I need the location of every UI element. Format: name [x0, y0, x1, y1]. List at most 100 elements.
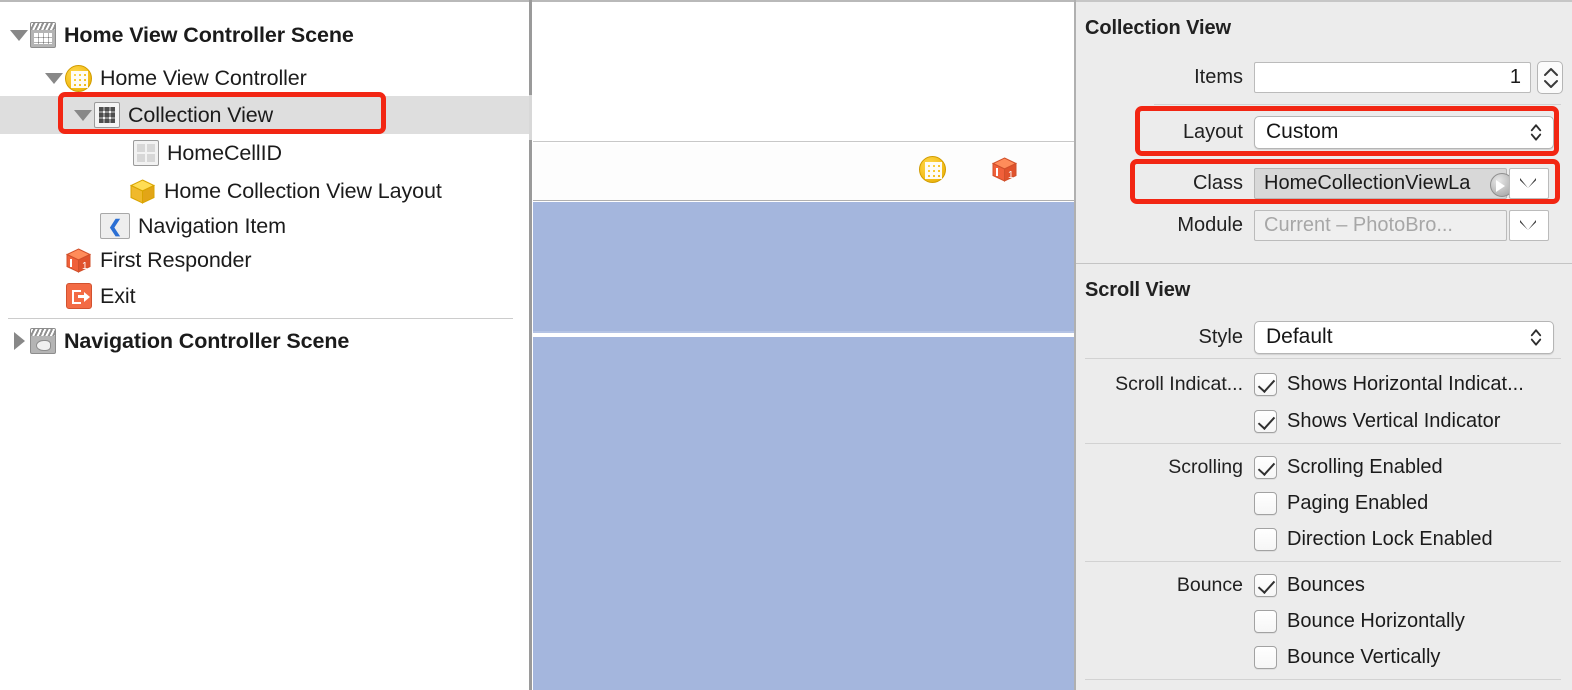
outline-vertical-scrollbar[interactable] [529, 95, 532, 140]
outline-row-exit[interactable]: Exit [0, 277, 529, 315]
outline-top-rule [0, 0, 529, 2]
items-label: Items [1194, 65, 1243, 88]
xcode-interface-builder-window: Home View Controller Scene Home View Con… [0, 0, 1572, 690]
disclosure-triangle-closed-icon[interactable] [8, 322, 30, 360]
view-controller-icon [65, 64, 92, 92]
scrolling-enabled-label: Scrolling Enabled [1287, 455, 1443, 478]
outline-row-label: Collection View [128, 102, 274, 127]
inspector-divider-bounce [1085, 679, 1561, 680]
disclosure-triangle-open-icon[interactable] [8, 16, 30, 54]
svg-text:1: 1 [82, 261, 88, 272]
shows-horizontal-indicator-checkbox[interactable] [1254, 372, 1277, 396]
style-row: Style Default [1074, 317, 1572, 357]
canvas-navigation-bar[interactable]: 1 [533, 144, 1074, 201]
paging-enabled-label: Paging Enabled [1287, 491, 1429, 514]
items-input[interactable]: 1 [1254, 61, 1531, 93]
outline-row-label: Home View Controller Scene [64, 22, 354, 47]
scrolling-row: Scrolling Scrolling Enabled [1074, 449, 1572, 485]
object-cube-icon [129, 178, 156, 205]
collection-view-cell-icon [133, 140, 159, 166]
layout-label: Layout [1182, 120, 1243, 143]
outline-row-label: Exit [100, 283, 136, 308]
inspector-top-rule [1076, 0, 1572, 2]
shows-vertical-indicator-row: Shows Vertical Indicator [1074, 403, 1572, 439]
layout-select[interactable]: Custom [1254, 115, 1554, 149]
canvas-collection-view-section-2[interactable] [533, 337, 1074, 690]
bounce-row: Bounce Bounces [1074, 567, 1572, 603]
canvas-status-bar-area [533, 2, 1074, 142]
bounce-label: Bounce [1176, 573, 1243, 596]
scrolling-label: Scrolling [1168, 455, 1243, 478]
class-label: Class [1192, 171, 1243, 194]
class-value: HomeCollectionViewLa [1264, 171, 1471, 194]
bounce-vertically-row: Bounce Vertically [1074, 639, 1572, 675]
direction-lock-enabled-row: Direction Lock Enabled [1074, 521, 1572, 557]
canvas-view-controller-badge-icon[interactable] [919, 156, 946, 183]
navigation-item-icon: ❮ [100, 213, 130, 239]
outline-section-divider [8, 318, 513, 319]
outline-row-home-collection-view-layout[interactable]: Home Collection View Layout [0, 172, 529, 210]
bounce-vertically-label: Bounce Vertically [1287, 645, 1441, 668]
outline-row-navigation-item[interactable]: ❮ Navigation Item [0, 207, 529, 245]
bounces-checkbox[interactable] [1254, 573, 1277, 597]
paging-enabled-checkbox[interactable] [1254, 491, 1277, 515]
outline-row-label: First Responder [100, 247, 252, 272]
shows-vertical-indicator-label: Shows Vertical Indicator [1287, 409, 1501, 432]
section-title-collection-view: Collection View [1085, 17, 1231, 39]
scroll-indicators-row: Scroll Indicat... Shows Horizontal Indic… [1074, 366, 1572, 402]
class-input[interactable]: HomeCollectionViewLa [1254, 167, 1514, 199]
module-row: Module Current – PhotoBro... [1074, 205, 1572, 245]
bounce-horizontally-label: Bounce Horizontally [1287, 609, 1465, 632]
section-title-scroll-view: Scroll View [1085, 279, 1191, 301]
bounce-vertically-checkbox[interactable] [1254, 645, 1277, 669]
svg-text:1: 1 [1008, 170, 1014, 181]
outline-row-navigation-controller-scene[interactable]: Navigation Controller Scene [0, 322, 529, 360]
bounces-label: Bounces [1287, 573, 1365, 596]
canvas-collection-view-section-1[interactable] [533, 202, 1074, 333]
attributes-inspector-panel: Collection View Items 1 Layout Custom Cl… [1074, 0, 1572, 690]
items-stepper[interactable] [1537, 60, 1563, 94]
outline-row-label: Home View Controller [100, 65, 307, 90]
inspector-divider-items [1154, 104, 1561, 105]
exit-icon [66, 283, 92, 309]
disclosure-triangle-open-icon[interactable] [72, 96, 94, 134]
outline-row-label: HomeCellID [167, 140, 282, 165]
outline-row-label: Home Collection View Layout [164, 178, 442, 203]
outline-row-home-cell-id[interactable]: HomeCellID [0, 134, 529, 172]
outline-row-label: Navigation Item [138, 213, 286, 238]
items-value: 1 [1509, 65, 1521, 88]
scene-icon [30, 22, 56, 48]
layout-row: Layout Custom [1074, 112, 1572, 152]
style-label: Style [1198, 325, 1243, 348]
outline-row-collection-view[interactable]: Collection View [0, 96, 529, 134]
shows-horizontal-indicator-label: Shows Horizontal Indicat... [1287, 372, 1524, 395]
scrolling-enabled-checkbox[interactable] [1254, 455, 1277, 479]
module-input[interactable]: Current – PhotoBro... [1254, 209, 1507, 241]
outline-row-home-view-controller-scene[interactable]: Home View Controller Scene [0, 16, 529, 54]
shows-vertical-indicator-checkbox[interactable] [1254, 409, 1277, 433]
style-select[interactable]: Default [1254, 320, 1554, 354]
document-outline-panel: Home View Controller Scene Home View Con… [0, 0, 529, 690]
inspector-divider-scrolling [1085, 561, 1561, 562]
chevron-down-icon [1520, 220, 1536, 230]
bounce-horizontally-row: Bounce Horizontally [1074, 603, 1572, 639]
disclosure-triangle-open-icon[interactable] [43, 59, 65, 97]
bounce-horizontally-checkbox[interactable] [1254, 609, 1277, 633]
interface-builder-canvas[interactable]: 1 [529, 0, 1074, 690]
module-label: Module [1177, 213, 1243, 236]
scroll-indicators-label: Scroll Indicat... [1115, 372, 1243, 395]
inspector-divider-indicators [1085, 443, 1561, 444]
items-row: Items 1 [1074, 57, 1572, 97]
canvas-first-responder-badge-icon[interactable]: 1 [991, 156, 1018, 183]
layout-value: Custom [1266, 120, 1339, 143]
scene-icon [30, 328, 56, 354]
outline-row-home-view-controller[interactable]: Home View Controller [0, 59, 529, 97]
outline-row-first-responder[interactable]: 1 First Responder [0, 241, 529, 279]
paging-enabled-row: Paging Enabled [1074, 485, 1572, 521]
collection-view-icon [94, 102, 120, 128]
module-dropdown-button[interactable] [1509, 209, 1549, 241]
inspector-section-divider-1 [1076, 263, 1572, 264]
class-dropdown-button[interactable] [1509, 167, 1549, 199]
direction-lock-enabled-label: Direction Lock Enabled [1287, 527, 1493, 550]
direction-lock-enabled-checkbox[interactable] [1254, 527, 1277, 551]
